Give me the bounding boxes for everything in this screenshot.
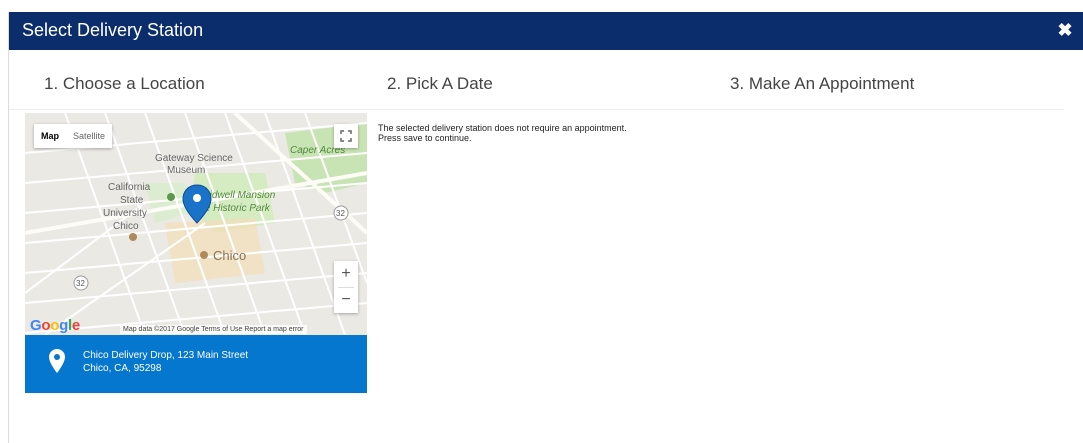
dialog-title: Select Delivery Station: [22, 20, 204, 40]
appointment-message: The selected delivery station does not r…: [378, 123, 627, 143]
zoom-divider: [338, 287, 354, 288]
steps-header: 1. Choose a Location 2. Pick A Date 3. M…: [9, 50, 1064, 110]
station-address-line1: Chico Delivery Drop, 123 Main Street: [83, 350, 249, 361]
map-label-bidwell: Bidwell Mansion: [203, 190, 276, 201]
map-label-chico: Chico: [213, 248, 246, 263]
map-footer: Google Map data ©2017 Google Terms of Us…: [25, 317, 367, 335]
poi-icon: [167, 193, 175, 201]
map-label-california-4: Chico: [113, 221, 139, 232]
appointment-message-line1: The selected delivery station does not r…: [378, 123, 627, 133]
location-map[interactable]: Gateway Science Museum Caper Acres Calif…: [25, 113, 367, 335]
svg-text:32: 32: [76, 279, 85, 288]
google-logo: Google: [30, 317, 80, 334]
zoom-control: + −: [334, 261, 358, 313]
poi-icon: [129, 233, 137, 241]
map-type-control: Map Satellite: [34, 124, 113, 148]
map-label-gateway: Gateway Science: [155, 153, 233, 164]
step-choose-location: 1. Choose a Location: [44, 74, 205, 93]
close-icon[interactable]: ✖: [1056, 21, 1074, 39]
zoom-in-button[interactable]: +: [334, 261, 358, 287]
station-info-bar: Chico Delivery Drop, 123 Main Street Chi…: [25, 335, 367, 393]
map-label-california-2: State: [120, 195, 144, 206]
map-label-california: California: [108, 182, 151, 193]
location-pin-icon: [49, 349, 65, 373]
map-attribution[interactable]: Map data ©2017 Google Terms of Use Repor…: [120, 325, 307, 334]
fullscreen-icon: [340, 130, 352, 142]
poi-icon: [200, 251, 208, 259]
route-shield: 32: [333, 205, 349, 221]
map-label-gateway-2: Museum: [167, 165, 205, 176]
zoom-out-button[interactable]: −: [334, 287, 358, 313]
station-address-line2: Chico, CA, 95298: [83, 363, 162, 374]
appointment-message-line2: Press save to continue.: [378, 133, 472, 143]
dialog-titlebar: Select Delivery Station ✖: [9, 12, 1083, 50]
svg-text:32: 32: [336, 209, 345, 218]
map-type-map[interactable]: Map: [34, 124, 66, 148]
step-pick-date: 2. Pick A Date: [387, 74, 493, 93]
map-type-satellite[interactable]: Satellite: [66, 124, 112, 148]
route-shield: 32: [73, 275, 89, 291]
step-make-appointment: 3. Make An Appointment: [730, 74, 915, 93]
map-label-california-3: University: [103, 208, 147, 219]
fullscreen-button[interactable]: [334, 124, 358, 148]
